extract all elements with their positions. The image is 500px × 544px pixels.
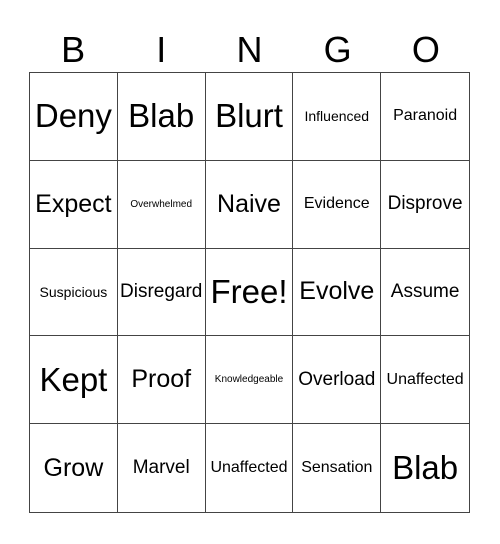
bingo-cell[interactable]: Sensation [293,424,382,512]
bingo-cell[interactable]: Blurt [205,73,294,161]
header-letter-g: G [323,29,352,70]
bingo-cell[interactable]: Blab [117,73,206,161]
bingo-cell[interactable]: Disprove [381,161,469,249]
bingo-cell[interactable]: Proof [117,336,206,425]
bingo-cell[interactable]: Kept [30,336,118,425]
bingo-cell[interactable]: Unaffected [381,336,469,425]
bingo-cell[interactable]: Suspicious [30,248,118,337]
bingo-cell[interactable]: Expect [30,160,118,249]
bingo-cell[interactable]: Influenced [293,73,382,161]
bingo-cell[interactable]: Overwhelmed [117,160,206,249]
bingo-board: Deny Blab Blurt Influenced Paranoid Expe… [29,72,470,513]
bingo-header: B I N G O [29,28,470,72]
free-space[interactable]: Free! [205,248,294,337]
bingo-cell[interactable]: Blab [381,424,469,512]
bingo-cell[interactable]: Deny [30,73,118,161]
header-letter-n: N [236,29,263,70]
bingo-cell[interactable]: Knowledgeable [205,336,294,425]
header-letter-b: B [61,29,86,70]
bingo-cell[interactable]: Assume [381,249,469,337]
bingo-cell[interactable]: Disregard [117,248,206,337]
bingo-cell[interactable]: Unaffected [206,424,294,512]
bingo-cell[interactable]: Paranoid [381,73,469,161]
bingo-cell[interactable]: Marvel [118,424,206,512]
header-letter-i: I [156,29,167,70]
bingo-cell[interactable]: Evidence [293,160,382,249]
bingo-cell[interactable]: Grow [30,424,118,512]
bingo-cell[interactable]: Evolve [293,248,382,337]
bingo-cell[interactable]: Naive [205,160,294,249]
header-letter-o: O [411,29,440,70]
bingo-cell[interactable]: Overload [293,336,382,425]
